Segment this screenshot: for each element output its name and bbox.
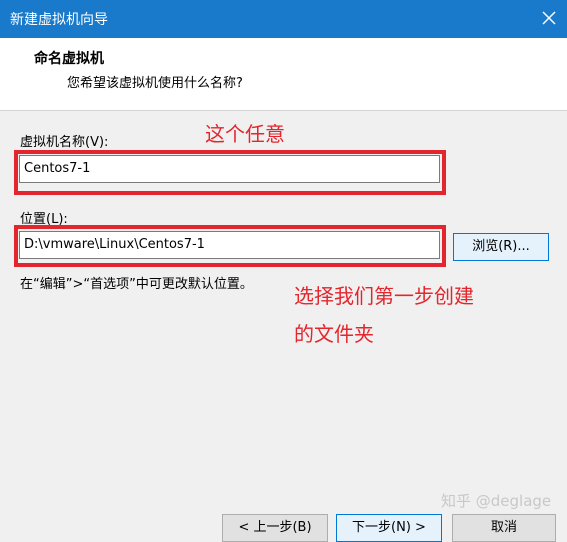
- annotation-name-note: 这个任意: [205, 122, 285, 146]
- location-hint: 在“编辑”>“首选项”中可更改默认位置。: [20, 277, 253, 292]
- vm-name-label: 虚拟机名称(V):: [20, 135, 109, 150]
- vm-name-input[interactable]: Centos7-1: [19, 155, 440, 183]
- window-title: 新建虚拟机向导: [10, 12, 108, 28]
- wizard-header: 命名虚拟机 您希望该虚拟机使用什么名称?: [0, 38, 567, 111]
- location-input[interactable]: D:\vmware\Linux\Centos7-1: [19, 231, 440, 259]
- next-button[interactable]: 下一步(N) >: [336, 514, 442, 542]
- cancel-button[interactable]: 取消: [452, 514, 556, 542]
- back-button[interactable]: < 上一步(B): [222, 514, 328, 542]
- watermark: 知乎 @deglage: [441, 492, 552, 510]
- annotation-location-note-1: 选择我们第一步创建: [294, 284, 474, 308]
- page-title: 命名虚拟机: [34, 51, 104, 67]
- annotation-location-note-2: 的文件夹: [294, 322, 374, 346]
- browse-button[interactable]: 浏览(R)...: [453, 233, 549, 261]
- close-icon[interactable]: [538, 7, 560, 29]
- title-bar: 新建虚拟机向导: [0, 0, 567, 38]
- page-subtitle: 您希望该虚拟机使用什么名称?: [67, 76, 243, 91]
